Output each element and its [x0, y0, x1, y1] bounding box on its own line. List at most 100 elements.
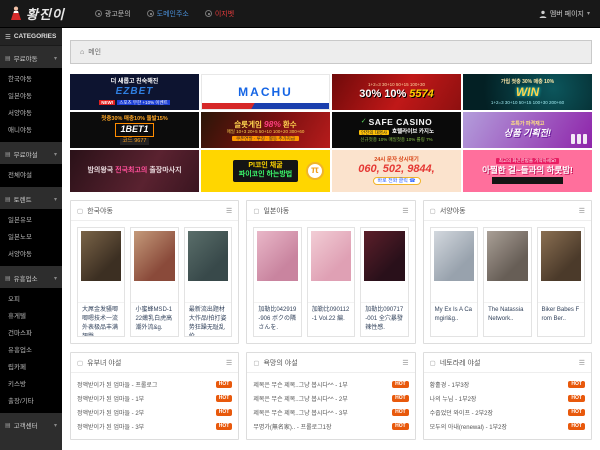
- story-list: 정액받이가 된 엄마들 - 프롤로그 HOT 정액받이가 된 엄마들 - 1부 …: [71, 373, 238, 439]
- video-thumbnail: [434, 231, 474, 281]
- sidebar-item-lipcafe[interactable]: 립카페: [0, 359, 62, 376]
- video-item[interactable]: The Natassia Network..: [483, 227, 531, 337]
- sidebar-group-customer-center[interactable]: ▤ 고객센터 ▾: [0, 415, 62, 435]
- list-menu-icon[interactable]: ☰: [226, 207, 232, 215]
- hot-badge: HOT: [392, 409, 409, 416]
- story-item[interactable]: 정액받이가 된 엄마들 - 2부 HOT: [71, 405, 238, 419]
- sidebar-item-western-torrent[interactable]: 서양야동: [0, 246, 62, 263]
- sidebar-group-free-videos[interactable]: ▤ 무료야동 ▾: [0, 48, 62, 68]
- story-item[interactable]: 황홀경 - 1부3장 HOT: [424, 377, 591, 391]
- video-item[interactable]: 加勒比042919-906 ボクの隣さんを.: [253, 227, 301, 337]
- story-title: 제목은 무슨 제목..그냥 봅시다^^ - 1부: [253, 380, 347, 389]
- sidebar-item-jp-uncensored[interactable]: 일본노모: [0, 229, 62, 246]
- story-item[interactable]: 나의 누님 - 1부2장 HOT: [424, 391, 591, 405]
- banner-strip: NEW! 스포츠 무한 +10% 이벤트: [99, 100, 170, 106]
- banner-text: 최고의 화끈한밤을 기약하세요!: [496, 158, 560, 164]
- video-item[interactable]: 加勒比090717-001 全穴暴發辣性感.: [360, 227, 408, 337]
- sidebar-item-hyugetel[interactable]: 휴게텔: [0, 308, 62, 325]
- banner-adult-goods[interactable]: 초특가 파격재고 상품 기획전!: [463, 112, 592, 148]
- banner-text: 슬롯게임: [234, 120, 262, 129]
- sidebar-group-entertainment[interactable]: ▤ 유흥업소 ▾: [0, 268, 62, 288]
- sidebar-item-all-stories[interactable]: 전체야설: [0, 167, 62, 184]
- story-item[interactable]: 정액받이가 된 엄마들 - 1부 HOT: [71, 391, 238, 405]
- banner-textbox: PI코인 채굴 파이코인 하는방법: [233, 160, 298, 182]
- video-item[interactable]: 加勒比090112-1 Vol.22 編.: [307, 227, 355, 337]
- banner-phone-call[interactable]: 24시 문자 상시대기 060, 502, 9844, 바로 전화 클릭 ☎: [332, 150, 461, 192]
- video-caption: My Ex Is A Camgirl&g..: [431, 302, 477, 336]
- banner-safe-casino[interactable]: ✓ SAFE CASINO 안전의 대명사 호텔라이브 카지노 신규첫충 10%…: [332, 112, 461, 148]
- caret-icon: ▾: [54, 422, 57, 429]
- story-item[interactable]: 제목은 무슨 제목..그냥 봅시다^^ - 3부 HOT: [247, 405, 414, 419]
- story-item[interactable]: 무명가(無名家).. - 프롤로그1장 HOT: [247, 419, 414, 433]
- breadcrumb-main-link[interactable]: 메인: [88, 47, 101, 57]
- nav-item-domain-address[interactable]: 도메인주소: [147, 9, 189, 19]
- banner-ezbet[interactable]: 더 새롭고 친숙해진 EZBET NEW! 스포츠 무한 +10% 이벤트: [70, 74, 199, 110]
- sidebar-item-opi[interactable]: 오피: [0, 291, 62, 308]
- banner-row: 슬롯게임 98% 환수: [234, 119, 296, 130]
- nav-item-label: 이지벳: [215, 9, 234, 19]
- banner-text: 1+2=3 30+10 50+15 100+30 200+60: [491, 100, 564, 106]
- hanbok-figure-icon: [10, 6, 22, 21]
- list-menu-icon[interactable]: ☰: [226, 359, 232, 367]
- banner-winwin[interactable]: 가입 첫충 30% 매충 10% WIN 1+2=3 30+10 50+15 1…: [463, 74, 592, 110]
- list-menu-icon[interactable]: ☰: [402, 207, 408, 215]
- story-item[interactable]: 정액받이가 된 엄마들 - 3부 HOT: [71, 419, 238, 433]
- video-item[interactable]: 小蜜蜂MSD-122嫩乳白虎高潮外流&g.: [130, 227, 178, 337]
- banner-tag: 안전의 대명사: [359, 130, 389, 136]
- banner-text: 호텔라이브 카지노: [392, 129, 434, 136]
- banner-slot-casino[interactable]: 슬롯게임 98% 환수 매일 10+3 20+5 50+10 100+20 30…: [201, 112, 330, 148]
- sidebar-item-kissroom[interactable]: 키스방: [0, 376, 62, 393]
- banner-machu[interactable]: MACHU: [201, 74, 330, 110]
- story-item[interactable]: 제목은 무슨 제목..그냥 봅시다^^ - 2부 HOT: [247, 391, 414, 405]
- member-page-label: 멤버 페이지: [550, 9, 584, 19]
- banner-text: 파이코인 하는방법: [239, 171, 292, 180]
- main-content: ⌂ 메인 더 새롭고 친숙해진 EZBET NEW! 스포츠 무한 +10% 이…: [62, 28, 600, 450]
- nav-item-ezbet[interactable]: 이지벳: [205, 9, 234, 19]
- story-title: 나의 누님 - 1부2장: [430, 394, 477, 403]
- sidebar-item-visit-etc[interactable]: 출장/기타: [0, 393, 62, 410]
- sidebar-item-anime-videos[interactable]: 애니야동: [0, 122, 62, 139]
- video-item[interactable]: 大屌金发骚唧唧嗯技术一流外表极品丰满翘臀.: [77, 227, 125, 337]
- video-item[interactable]: Biker Babes From Ber..: [537, 227, 585, 337]
- sidebar-group-free-stories[interactable]: ▤ 무료야설 ▾: [0, 144, 62, 164]
- sidebar-item-jp-censored[interactable]: 일본유모: [0, 212, 62, 229]
- list-menu-icon[interactable]: ☰: [579, 359, 585, 367]
- banner-brand: EZBET: [116, 86, 154, 99]
- product-bottles-decoration: [571, 134, 587, 144]
- story-item[interactable]: 정액받이가 된 엄마들 - 프롤로그 HOT: [71, 377, 238, 391]
- list-menu-icon[interactable]: ☰: [402, 359, 408, 367]
- story-item[interactable]: 수줍었던 와이프 - 2부2장 HOT: [424, 405, 591, 419]
- banner-1bet1[interactable]: 첫충30% 매충10% 돌발15% 1BET1 코드 9677: [70, 112, 199, 148]
- sidebar-group-torrent[interactable]: ▤ 토렌트 ▾: [0, 189, 62, 209]
- sidebar-item-gunma-spa[interactable]: 건마스파: [0, 325, 62, 342]
- list-menu-icon[interactable]: ☰: [579, 207, 585, 215]
- sidebar-item-western-videos[interactable]: 서양야동: [0, 105, 62, 122]
- banner-picoin[interactable]: PI코인 채굴 파이코인 하는방법 π: [201, 150, 330, 192]
- story-item[interactable]: 제목은 무슨 제목..그냥 봅시다^^ - 1부 HOT: [247, 377, 414, 391]
- panel-stories-married: ▢ 유부녀 야설 ☰ 정액받이가 된 엄마들 - 프롤로그 HOT 정액받이가 …: [70, 352, 239, 440]
- banner-text: PI코인 채굴: [239, 162, 292, 171]
- sidebar-item-japanese-videos[interactable]: 일본야동: [0, 88, 62, 105]
- sidebar-item-korean-videos[interactable]: 한국야동: [0, 71, 62, 88]
- banner-nightout[interactable]: 최고의 화끈한밤을 기약하세요! 아찔한 걸~들과의 하룻밤!: [463, 150, 592, 192]
- banner-event-red[interactable]: 1+2=3 30+10 50+15 100+30 30% 10% 5574: [332, 74, 461, 110]
- member-page-button[interactable]: 멤버 페이지 ▾: [539, 9, 590, 19]
- grid-icon: ▤: [5, 422, 11, 429]
- story-title: 수줍었던 와이프 - 2부2장: [430, 408, 493, 417]
- call-button[interactable]: 바로 전화 클릭 ☎: [373, 177, 421, 185]
- banner-highlight: 전국최고의: [115, 167, 147, 174]
- nav-item-ad-inquiry[interactable]: 광고문의: [95, 9, 131, 19]
- thumbnail-list: 加勒比042919-906 ボクの隣さんを. 加勒比090112-1 Vol.2…: [247, 221, 414, 343]
- story-item[interactable]: 모두의 아내(renewal) - 1부2장 HOT: [424, 419, 591, 433]
- video-item[interactable]: My Ex Is A Camgirl&g..: [430, 227, 478, 337]
- story-title: 제목은 무슨 제목..그냥 봅시다^^ - 3부: [253, 408, 347, 417]
- caret-icon: ▾: [54, 55, 57, 62]
- banner-row: ✓ SAFE CASINO: [361, 117, 432, 128]
- sidebar-item-entertainment[interactable]: 유흥업소: [0, 342, 62, 359]
- video-item[interactable]: 最新流出题材大作品!拍打姿势狂躁无耻乱伦.: [184, 227, 232, 337]
- site-logo[interactable]: 황진이: [10, 4, 65, 23]
- sidebar-group-items: 일본유모 일본노모 서양야동: [0, 209, 62, 266]
- banner-massage[interactable]: 밤의왕국 전국최고의 출장마사지: [70, 150, 199, 192]
- sidebar-group-items: 오피 휴게텔 건마스파 유흥업소 립카페 키스방 출장/기타: [0, 288, 62, 413]
- banner-brand: MACHU: [238, 85, 293, 100]
